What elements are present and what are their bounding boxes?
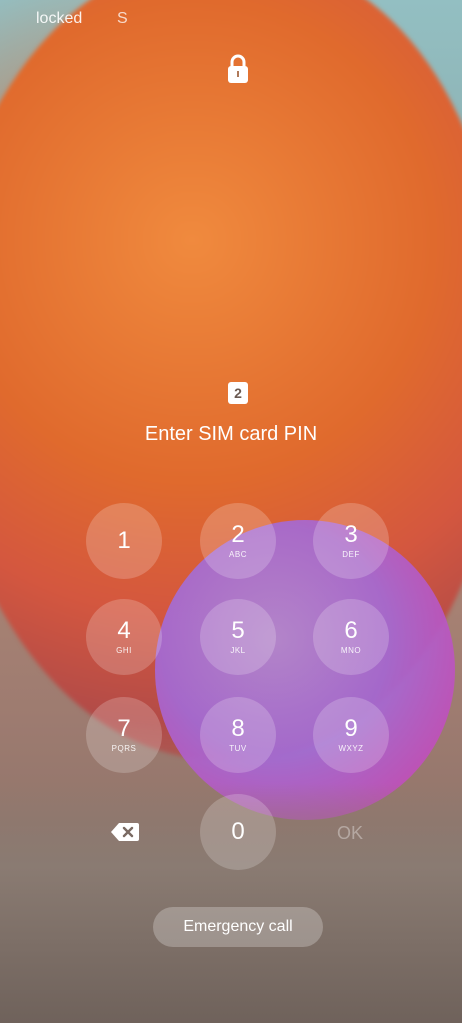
key-0[interactable]: 0 — [200, 794, 276, 870]
status-carrier-text: locked — [36, 10, 83, 27]
key-7[interactable]: 7 PQRS — [86, 697, 162, 773]
key-1[interactable]: 1 — [86, 503, 162, 579]
backspace-icon — [111, 823, 139, 841]
key-digit: 0 — [231, 818, 245, 845]
key-digit: 2 — [231, 521, 245, 548]
key-5[interactable]: 5 JKL — [200, 599, 276, 675]
key-digit: 7 — [117, 715, 131, 742]
key-6[interactable]: 6 MNO — [313, 599, 389, 675]
key-4[interactable]: 4 GHI — [86, 599, 162, 675]
key-letters: ABC — [229, 550, 247, 559]
key-digit: 1 — [117, 527, 131, 554]
key-9[interactable]: 9 WXYZ — [313, 697, 389, 773]
key-digit: 9 — [344, 715, 358, 742]
pin-prompt-title: Enter SIM card PIN — [144, 423, 318, 445]
key-letters: TUV — [229, 744, 247, 753]
emergency-call-button[interactable]: Emergency call — [153, 907, 323, 947]
key-letters: WXYZ — [338, 744, 364, 753]
key-letters: JKL — [230, 646, 246, 655]
status-bar: locked S — [0, 0, 462, 40]
ok-button[interactable]: OK — [318, 818, 382, 848]
key-digit: 4 — [117, 617, 131, 644]
key-digit: 5 — [231, 617, 245, 644]
key-digit: 6 — [344, 617, 358, 644]
key-letters: MNO — [340, 646, 362, 655]
sim-slot-badge: 2 — [228, 382, 248, 404]
key-letters: PQRS — [111, 744, 137, 753]
backspace-button[interactable] — [110, 822, 140, 842]
lock-icon — [227, 54, 249, 84]
status-extra-text: S — [117, 10, 128, 27]
key-digit: 8 — [231, 715, 245, 742]
key-2[interactable]: 2 ABC — [200, 503, 276, 579]
key-3[interactable]: 3 DEF — [313, 503, 389, 579]
key-digit: 3 — [344, 521, 358, 548]
key-8[interactable]: 8 TUV — [200, 697, 276, 773]
wallpaper-bubble — [155, 520, 455, 820]
key-letters: DEF — [342, 550, 360, 559]
key-letters: GHI — [116, 646, 132, 655]
